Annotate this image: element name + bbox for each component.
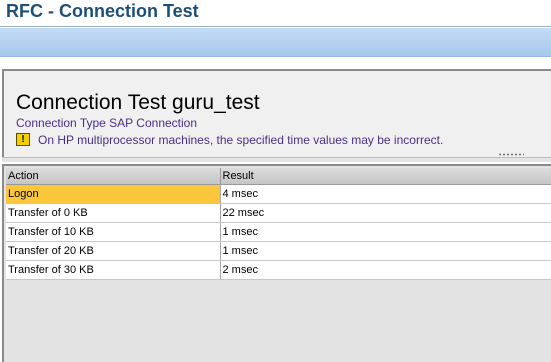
action-cell[interactable]: Transfer of 30 KB <box>6 260 221 280</box>
action-cell[interactable]: Transfer of 10 KB <box>6 222 221 242</box>
results-table: Action Result Logon 4 msec Transfer of 0… <box>6 168 551 280</box>
result-cell[interactable]: 1 msec <box>220 222 551 242</box>
warning-message: ! On HP multiprocessor machines, the spec… <box>16 131 443 147</box>
page-title: Connection Test guru_test <box>16 91 260 114</box>
column-header-action[interactable]: Action <box>6 168 221 185</box>
application-toolbar <box>0 28 551 57</box>
warning-icon: ! <box>16 133 30 147</box>
table-row[interactable]: Transfer of 0 KB 22 msec <box>6 203 551 223</box>
panel-divider <box>2 157 551 162</box>
toolbar-gap <box>0 57 551 69</box>
table-header-row: Action Result <box>6 168 551 185</box>
table-row[interactable]: Transfer of 30 KB 2 msec <box>6 260 551 280</box>
table-row[interactable]: Logon 4 msec <box>6 184 551 204</box>
connection-type-label: Connection Type SAP Connection <box>16 116 198 130</box>
action-cell[interactable]: Logon <box>6 184 221 204</box>
result-cell[interactable]: 2 msec <box>220 260 551 280</box>
action-cell[interactable]: Transfer of 20 KB <box>6 241 221 261</box>
app-title: RFC - Connection Test <box>6 1 199 21</box>
warning-text: On HP multiprocessor machines, the speci… <box>38 132 444 147</box>
title-divider <box>0 26 551 27</box>
splitter-handle[interactable] <box>498 153 524 156</box>
title-bar: RFC - Connection Test <box>0 0 551 27</box>
results-area: Action Result Logon 4 msec Transfer of 0… <box>2 164 551 362</box>
column-header-result[interactable]: Result <box>220 168 551 185</box>
action-cell[interactable]: Transfer of 0 KB <box>6 203 221 223</box>
result-cell[interactable]: 1 msec <box>220 241 551 261</box>
result-cell[interactable]: 22 msec <box>220 203 551 223</box>
header-panel: Connection Test guru_test Connection Typ… <box>2 69 551 157</box>
table-row[interactable]: Transfer of 20 KB 1 msec <box>6 241 551 261</box>
result-cell[interactable]: 4 msec <box>220 184 551 204</box>
table-row[interactable]: Transfer of 10 KB 1 msec <box>6 222 551 242</box>
